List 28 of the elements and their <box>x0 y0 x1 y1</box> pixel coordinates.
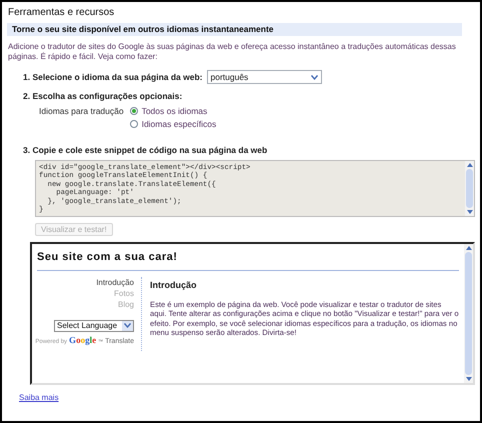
dropdown-caret-icon <box>310 74 318 80</box>
scrollbar[interactable] <box>465 161 474 216</box>
radio-button[interactable] <box>130 120 138 128</box>
scroll-up-icon[interactable] <box>466 246 472 250</box>
scrollbar[interactable] <box>464 244 473 383</box>
scroll-up-icon[interactable] <box>466 163 472 167</box>
step-label: 1. Selecione o idioma da sua página da web: <box>23 71 202 83</box>
google-logo: Google <box>69 334 96 347</box>
section-title: Ferramentas e recursos <box>7 7 116 19</box>
language-select[interactable]: português <box>206 70 322 84</box>
radio-button[interactable] <box>130 107 138 115</box>
step-label: 2. Escolha as configurações opcionais: <box>23 90 182 102</box>
scroll-thumb[interactable] <box>465 252 472 375</box>
nav-link[interactable]: Introdução <box>96 276 134 288</box>
radio-option[interactable]: Todos os idiomas <box>130 105 216 117</box>
site-title: Seu site com a sua cara! <box>37 249 459 270</box>
scroll-thumb[interactable] <box>466 169 473 208</box>
scroll-down-icon[interactable] <box>466 377 472 381</box>
step-label: 3. Copie e cole este snippet de código na sua página da web <box>23 144 268 156</box>
option-label: Idiomas para tradução <box>39 105 124 118</box>
scroll-down-icon[interactable] <box>466 210 472 214</box>
content-heading: Introdução <box>150 278 198 292</box>
learn-more-link[interactable]: Saiba mais <box>19 393 59 403</box>
banner: Torne o seu site disponível em outros idiomas instantaneamente <box>7 23 462 36</box>
caret-icon <box>124 323 131 328</box>
language-select[interactable]: Select Language <box>54 320 134 332</box>
radio-option[interactable]: Idiomas específicos <box>130 118 216 130</box>
intro-text: Adicione o tradutor de sites do Google às suas páginas da web e ofereça acesso instantâneo a traduções automáticas dessas páginas. É rápido e fácil. Veja como fazer: <box>7 42 457 62</box>
